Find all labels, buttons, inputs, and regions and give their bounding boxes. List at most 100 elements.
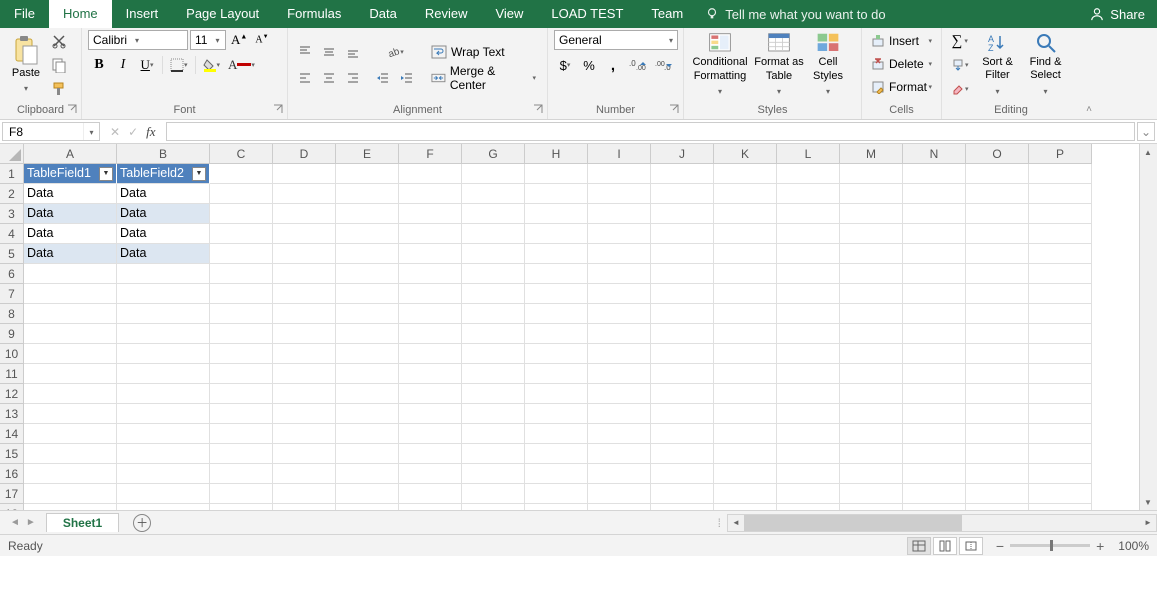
cell[interactable] bbox=[24, 444, 117, 464]
align-bottom-button[interactable] bbox=[342, 41, 364, 63]
cell[interactable] bbox=[525, 184, 588, 204]
column-header[interactable]: F bbox=[399, 144, 462, 164]
cell[interactable] bbox=[714, 404, 777, 424]
cell[interactable] bbox=[210, 484, 273, 504]
cell[interactable] bbox=[777, 164, 840, 184]
cell[interactable] bbox=[714, 504, 777, 510]
horizontal-scrollbar[interactable]: ◄ ► bbox=[727, 514, 1157, 532]
cell[interactable] bbox=[336, 164, 399, 184]
cell[interactable] bbox=[588, 364, 651, 384]
cell[interactable] bbox=[273, 444, 336, 464]
cell-styles-button[interactable]: Cell Styles bbox=[808, 32, 848, 98]
cell[interactable] bbox=[777, 284, 840, 304]
cell[interactable] bbox=[399, 364, 462, 384]
cell[interactable] bbox=[714, 464, 777, 484]
cell[interactable] bbox=[714, 184, 777, 204]
cell[interactable] bbox=[336, 304, 399, 324]
cell[interactable] bbox=[651, 184, 714, 204]
view-page-layout-button[interactable] bbox=[933, 537, 957, 555]
cell[interactable] bbox=[840, 224, 903, 244]
cell[interactable] bbox=[336, 364, 399, 384]
cell[interactable] bbox=[273, 204, 336, 224]
cell[interactable] bbox=[714, 244, 777, 264]
row-header[interactable]: 13 bbox=[0, 404, 24, 424]
sheet-tab-active[interactable]: Sheet1 bbox=[46, 513, 119, 532]
cell[interactable] bbox=[903, 244, 966, 264]
tab-view[interactable]: View bbox=[481, 0, 537, 28]
row-header[interactable]: 2 bbox=[0, 184, 24, 204]
cell[interactable] bbox=[399, 384, 462, 404]
expand-formula-bar-button[interactable]: ⌄ bbox=[1137, 122, 1155, 141]
cell[interactable] bbox=[462, 224, 525, 244]
clear-button[interactable]: ▾ bbox=[948, 78, 972, 100]
cell[interactable] bbox=[273, 464, 336, 484]
scroll-up-button[interactable]: ▲ bbox=[1140, 144, 1156, 160]
column-header[interactable]: C bbox=[210, 144, 273, 164]
cell[interactable] bbox=[840, 364, 903, 384]
cell[interactable] bbox=[525, 464, 588, 484]
cell[interactable] bbox=[273, 284, 336, 304]
cell[interactable] bbox=[714, 224, 777, 244]
cell[interactable] bbox=[24, 484, 117, 504]
conditional-formatting-button[interactable]: Conditional Formatting bbox=[690, 32, 750, 98]
cell[interactable] bbox=[336, 504, 399, 510]
cell[interactable] bbox=[462, 364, 525, 384]
cell[interactable] bbox=[777, 304, 840, 324]
column-header[interactable]: A bbox=[24, 144, 117, 164]
cell[interactable] bbox=[714, 424, 777, 444]
cell[interactable] bbox=[777, 324, 840, 344]
copy-button[interactable] bbox=[48, 54, 70, 76]
cell[interactable]: Data bbox=[24, 184, 117, 204]
row-header[interactable]: 18 bbox=[0, 504, 24, 510]
cell[interactable] bbox=[777, 384, 840, 404]
cell[interactable] bbox=[651, 244, 714, 264]
cell[interactable]: Data bbox=[117, 244, 210, 264]
cell[interactable] bbox=[966, 424, 1029, 444]
cell[interactable] bbox=[777, 184, 840, 204]
cell[interactable] bbox=[399, 344, 462, 364]
cell[interactable] bbox=[966, 344, 1029, 364]
cell[interactable] bbox=[210, 504, 273, 510]
cell[interactable] bbox=[840, 464, 903, 484]
cell[interactable] bbox=[714, 484, 777, 504]
delete-cells-button[interactable]: Delete▾ bbox=[868, 53, 935, 75]
cell[interactable] bbox=[777, 204, 840, 224]
cell[interactable] bbox=[525, 264, 588, 284]
cell[interactable] bbox=[777, 444, 840, 464]
cell[interactable] bbox=[210, 164, 273, 184]
cell[interactable] bbox=[24, 404, 117, 424]
launcher-icon[interactable] bbox=[67, 104, 77, 114]
cell[interactable] bbox=[462, 244, 525, 264]
cell[interactable] bbox=[1029, 344, 1092, 364]
tab-loadtest[interactable]: LOAD TEST bbox=[537, 0, 637, 28]
cell[interactable] bbox=[966, 164, 1029, 184]
name-box[interactable]: F8▾ bbox=[2, 122, 100, 141]
cancel-formula-button[interactable]: ✕ bbox=[110, 125, 120, 139]
row-header[interactable]: 11 bbox=[0, 364, 24, 384]
cell[interactable] bbox=[1029, 484, 1092, 504]
cell[interactable] bbox=[24, 424, 117, 444]
font-color-button[interactable]: A▾ bbox=[225, 54, 258, 76]
cell[interactable] bbox=[1029, 284, 1092, 304]
cell[interactable] bbox=[651, 504, 714, 510]
increase-decimal-button[interactable]: .0.00 bbox=[626, 54, 650, 76]
cell[interactable]: Data bbox=[24, 224, 117, 244]
cell[interactable] bbox=[903, 504, 966, 510]
cell[interactable]: Data bbox=[117, 204, 210, 224]
row-header[interactable]: 15 bbox=[0, 444, 24, 464]
cell[interactable] bbox=[117, 304, 210, 324]
cell[interactable] bbox=[525, 324, 588, 344]
cell[interactable] bbox=[1029, 444, 1092, 464]
cell[interactable] bbox=[525, 224, 588, 244]
cell[interactable] bbox=[462, 444, 525, 464]
cell[interactable] bbox=[840, 164, 903, 184]
increase-font-button[interactable]: A▲ bbox=[228, 31, 250, 49]
cell[interactable] bbox=[966, 484, 1029, 504]
cell[interactable] bbox=[336, 484, 399, 504]
cell[interactable] bbox=[1029, 304, 1092, 324]
cell[interactable] bbox=[840, 284, 903, 304]
cell[interactable] bbox=[24, 264, 117, 284]
cell[interactable] bbox=[777, 344, 840, 364]
cell[interactable] bbox=[273, 224, 336, 244]
cell[interactable] bbox=[588, 344, 651, 364]
